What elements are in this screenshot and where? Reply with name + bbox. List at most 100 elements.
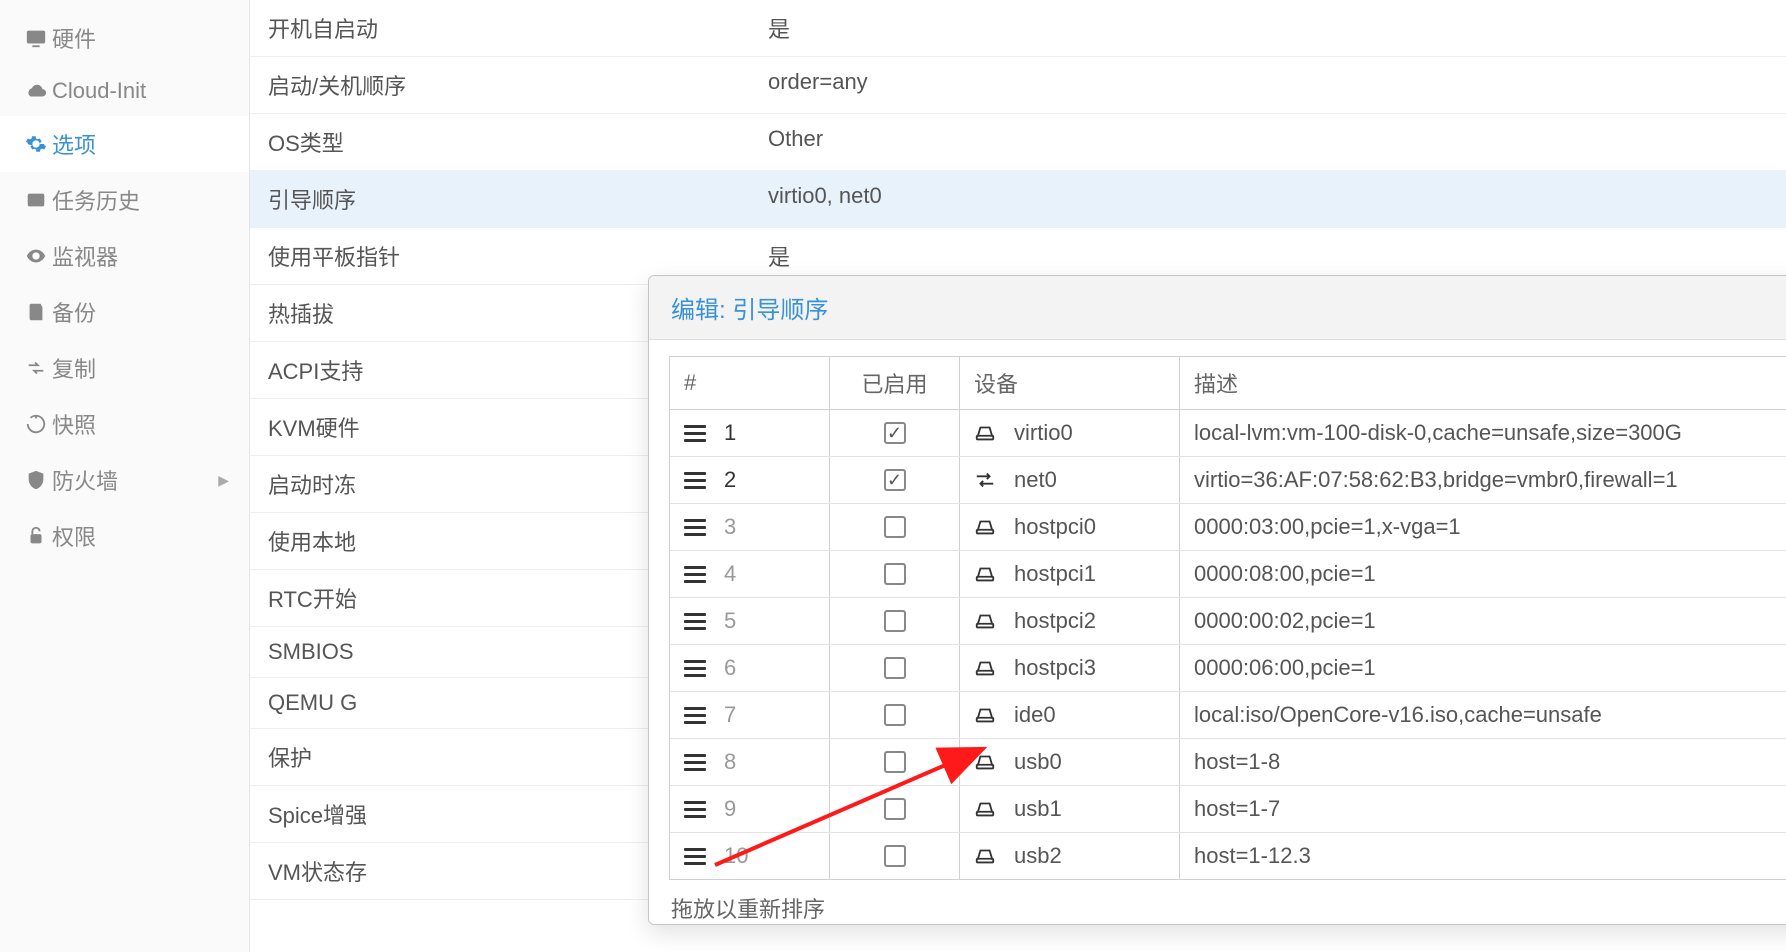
boot-order-dialog: 编辑: 引导顺序 ✕ # 已启用 设备 描述 1virtio0local-lvm…	[648, 275, 1786, 925]
boot-row[interactable]: 7ide0local:iso/OpenCore-v16.iso,cache=un…	[670, 691, 1786, 738]
enabled-cell	[830, 692, 960, 738]
desc-cell: 0000:03:00,pcie=1,x-vga=1	[1180, 504, 1786, 550]
order-number: 6	[724, 655, 736, 681]
enabled-checkbox[interactable]	[884, 422, 906, 444]
sidebar-item-label: 权限	[52, 520, 96, 552]
order-cell: 8	[670, 739, 830, 785]
order-cell: 4	[670, 551, 830, 597]
taskhistory-icon	[20, 189, 52, 211]
drag-handle-icon[interactable]	[684, 658, 706, 679]
sidebar-item-options[interactable]: 选项	[0, 116, 249, 172]
replication-icon	[20, 357, 52, 379]
option-row[interactable]: OS类型Other	[250, 114, 1786, 171]
boot-row[interactable]: 8 usb0host=1-8	[670, 738, 1786, 785]
device-name: net0	[1014, 467, 1057, 493]
permissions-icon	[20, 525, 52, 547]
enabled-cell	[830, 457, 960, 503]
device-cell: hostpci2	[960, 598, 1180, 644]
grid-header: # 已启用 设备 描述	[670, 357, 1786, 410]
boot-row[interactable]: 4hostpci10000:08:00,pcie=1	[670, 550, 1786, 597]
order-number: 5	[724, 608, 736, 634]
sidebar-item-label: Cloud-Init	[52, 78, 146, 104]
sidebar-item-permissions[interactable]: 权限	[0, 508, 249, 564]
sidebar-item-label: 防火墙	[52, 464, 118, 496]
network-icon	[974, 469, 1000, 491]
order-number: 4	[724, 561, 736, 587]
enabled-cell	[830, 645, 960, 691]
sidebar-item-hardware[interactable]: 硬件	[0, 10, 249, 66]
option-key: 引导顺序	[268, 183, 768, 215]
drag-handle-icon[interactable]	[684, 423, 706, 444]
sidebar-item-firewall[interactable]: 防火墙▶	[0, 452, 249, 508]
sidebar-item-backup[interactable]: 备份	[0, 284, 249, 340]
snapshots-icon	[20, 413, 52, 435]
sidebar-item-snapshots[interactable]: 快照	[0, 396, 249, 452]
sidebar-item-label: 任务历史	[52, 184, 140, 216]
drag-handle-icon[interactable]	[684, 564, 706, 585]
option-row[interactable]: 开机自启动是	[250, 0, 1786, 57]
order-number: 3	[724, 514, 736, 540]
enabled-checkbox[interactable]	[884, 845, 906, 867]
sidebar-item-taskhistory[interactable]: 任务历史	[0, 172, 249, 228]
enabled-checkbox[interactable]	[884, 704, 906, 726]
option-row[interactable]: 启动/关机顺序order=any	[250, 57, 1786, 114]
reorder-hint: 拖放以重新排序	[649, 884, 1786, 924]
enabled-checkbox[interactable]	[884, 516, 906, 538]
enabled-checkbox[interactable]	[884, 563, 906, 585]
device-cell: net0	[960, 457, 1180, 503]
options-icon	[20, 133, 52, 155]
sidebar-item-label: 硬件	[52, 22, 96, 54]
device-cell: hostpci1	[960, 551, 1180, 597]
drag-handle-icon[interactable]	[684, 799, 706, 820]
drag-handle-icon[interactable]	[684, 846, 706, 867]
option-value: order=any	[768, 69, 1768, 101]
enabled-cell	[830, 410, 960, 456]
backup-icon	[20, 301, 52, 323]
boot-row[interactable]: 6hostpci30000:06:00,pcie=1	[670, 644, 1786, 691]
sidebar-item-cloudinit[interactable]: Cloud-Init	[0, 66, 249, 116]
boot-row[interactable]: 3hostpci00000:03:00,pcie=1,x-vga=1	[670, 503, 1786, 550]
sidebar-item-monitor[interactable]: 监视器	[0, 228, 249, 284]
order-cell: 7	[670, 692, 830, 738]
enabled-checkbox[interactable]	[884, 610, 906, 632]
device-cell: usb2	[960, 833, 1180, 879]
option-value: 是	[768, 12, 1768, 44]
boot-row[interactable]: 1virtio0local-lvm:vm-100-disk-0,cache=un…	[670, 410, 1786, 456]
drag-handle-icon[interactable]	[684, 705, 706, 726]
disk-icon	[974, 422, 1000, 444]
desc-cell: host=1-8	[1180, 739, 1786, 785]
boot-row[interactable]: 10usb2host=1-12.3	[670, 832, 1786, 879]
firewall-icon	[20, 469, 52, 491]
sidebar-item-replication[interactable]: 复制	[0, 340, 249, 396]
enabled-checkbox[interactable]	[884, 798, 906, 820]
boot-row[interactable]: 9usb1host=1-7	[670, 785, 1786, 832]
order-number: 8	[724, 749, 736, 775]
boot-row[interactable]: 5 hostpci2 0000:00:02,pcie=1	[670, 597, 1786, 644]
enabled-checkbox[interactable]	[884, 469, 906, 491]
drag-handle-icon[interactable]	[684, 752, 706, 773]
desc-cell: host=1-12.3	[1180, 833, 1786, 879]
device-name: hostpci2	[1014, 608, 1096, 634]
option-row[interactable]: 引导顺序virtio0, net0	[250, 171, 1786, 228]
sidebar: 硬件 Cloud-Init 选项任务历史监视器备份复制快照防火墙▶ 权限	[0, 0, 250, 952]
drag-handle-icon[interactable]	[684, 517, 706, 538]
order-number: 2	[724, 467, 736, 493]
desc-cell: virtio=36:AF:07:58:62:B3,bridge=vmbr0,fi…	[1180, 457, 1786, 503]
device-cell: usb0	[960, 739, 1180, 785]
drag-handle-icon[interactable]	[684, 470, 706, 491]
device-cell: usb1	[960, 786, 1180, 832]
enabled-checkbox[interactable]	[884, 751, 906, 773]
device-name: ide0	[1014, 702, 1056, 728]
device-cell: ide0	[960, 692, 1180, 738]
desc-cell: local-lvm:vm-100-disk-0,cache=unsafe,siz…	[1180, 410, 1786, 456]
sidebar-item-label: 复制	[52, 352, 96, 384]
boot-row[interactable]: 2 net0 virtio=36:AF:07:58:62:B3,bridge=vmb…	[670, 456, 1786, 503]
order-cell: 5	[670, 598, 830, 644]
order-cell: 1	[670, 410, 830, 456]
enabled-checkbox[interactable]	[884, 657, 906, 679]
order-cell: 9	[670, 786, 830, 832]
desc-cell: 0000:00:02,pcie=1	[1180, 598, 1786, 644]
disk-icon	[974, 751, 1000, 773]
cloudinit-icon	[20, 80, 52, 102]
drag-handle-icon[interactable]	[684, 611, 706, 632]
